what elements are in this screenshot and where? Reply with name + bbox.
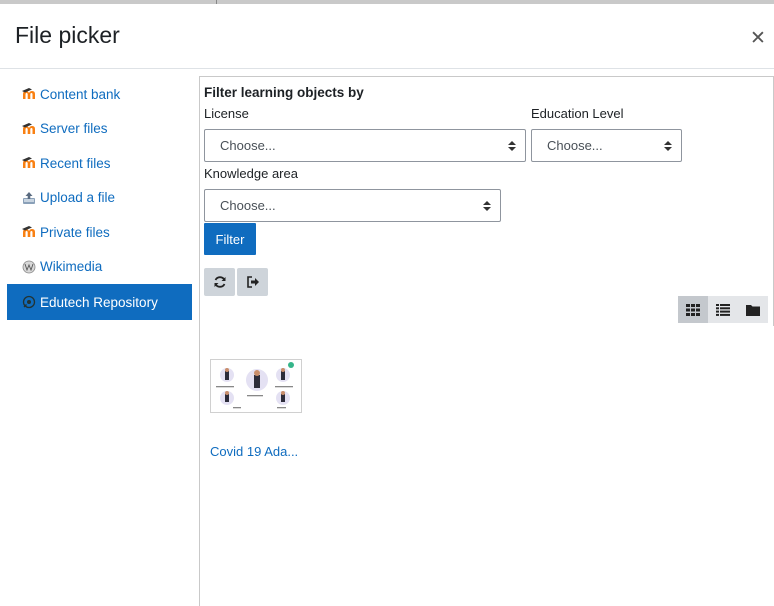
education-level-label: Education Level xyxy=(531,106,624,121)
moodle-icon xyxy=(21,155,37,171)
sidebar-item-label: Upload a file xyxy=(40,190,116,206)
repository-sidebar: Content bank Server files Recent files U… xyxy=(7,77,192,320)
grid-view-button[interactable] xyxy=(678,296,708,323)
sidebar-item-edutech-repository[interactable]: Edutech Repository xyxy=(7,284,192,320)
filter-title: Filter learning objects by xyxy=(204,85,364,100)
close-icon[interactable]: ✕ xyxy=(750,29,766,49)
sidebar-item-wikimedia[interactable]: Wikimedia xyxy=(7,250,192,285)
license-select[interactable]: Choose... xyxy=(204,129,526,162)
logout-button[interactable] xyxy=(237,268,268,296)
sidebar-item-label: Wikimedia xyxy=(40,259,103,275)
upload-icon xyxy=(21,190,37,206)
sidebar-item-label: Private files xyxy=(40,224,110,240)
sidebar-item-label: Content bank xyxy=(40,86,121,102)
grid-icon xyxy=(686,303,700,316)
filter-button[interactable]: Filter xyxy=(204,223,256,255)
sidebar-item-upload-file[interactable]: Upload a file xyxy=(7,181,192,216)
file-thumbnail xyxy=(210,359,302,413)
refresh-button[interactable] xyxy=(204,268,235,296)
list-icon xyxy=(716,303,730,316)
dialog-title: File picker xyxy=(15,22,120,48)
license-select-value: Choose... xyxy=(220,138,276,153)
filter-panel: Filter learning objects by License Choos… xyxy=(200,76,774,326)
sidebar-item-recent-files[interactable]: Recent files xyxy=(7,146,192,181)
refresh-icon xyxy=(214,276,225,288)
list-view-button[interactable] xyxy=(708,296,738,323)
select-caret-icon xyxy=(483,201,491,211)
file-item[interactable]: Covid 19 Ada... xyxy=(210,359,305,459)
sidebar-item-label: Recent files xyxy=(40,155,111,171)
sidebar-item-label: Edutech Repository xyxy=(40,294,158,310)
knowledge-area-select-value: Choose... xyxy=(220,198,276,213)
license-label: License xyxy=(204,106,249,121)
moodle-icon xyxy=(21,86,37,102)
sidebar-item-label: Server files xyxy=(40,121,108,137)
education-level-select-value: Choose... xyxy=(547,138,603,153)
view-mode-toolbar xyxy=(678,296,768,323)
folder-icon xyxy=(746,304,760,316)
knowledge-area-select[interactable]: Choose... xyxy=(204,189,501,222)
education-level-select[interactable]: Choose... xyxy=(531,129,682,162)
sidebar-item-private-files[interactable]: Private files xyxy=(7,215,192,250)
dialog-header: File picker ✕ xyxy=(0,4,774,69)
folder-view-button[interactable] xyxy=(738,296,768,323)
logout-icon xyxy=(246,276,259,288)
sidebar-item-server-files[interactable]: Server files xyxy=(7,112,192,147)
moodle-icon xyxy=(21,121,37,137)
file-name: Covid 19 Ada... xyxy=(210,444,299,459)
sidebar-item-content-bank[interactable]: Content bank xyxy=(7,77,192,112)
repository-content: Filter learning objects by License Choos… xyxy=(199,76,774,606)
knowledge-area-label: Knowledge area xyxy=(204,166,298,181)
select-caret-icon xyxy=(664,141,672,151)
wikimedia-icon xyxy=(21,259,37,275)
select-caret-icon xyxy=(508,141,516,151)
repository-icon xyxy=(21,294,37,310)
moodle-icon xyxy=(21,224,37,240)
